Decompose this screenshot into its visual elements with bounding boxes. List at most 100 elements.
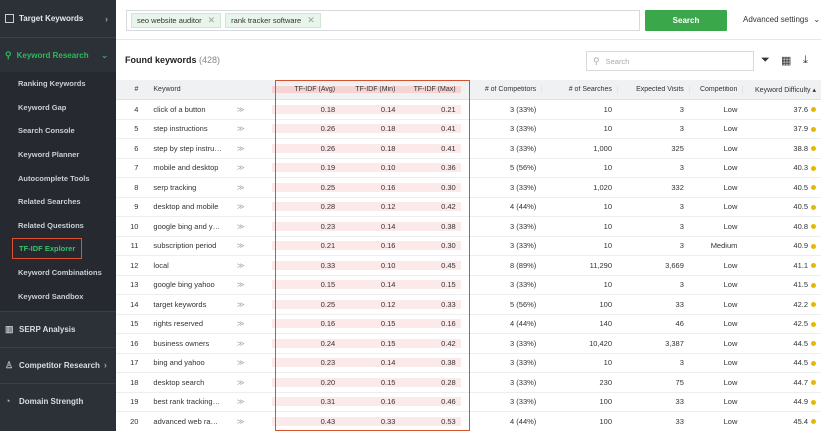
sidebar-item-keyword-combinations[interactable]: Keyword Combinations (0, 261, 116, 285)
sidebar-item-keyword-gap[interactable]: Keyword Gap (0, 96, 116, 120)
found-keywords-title: Found keywords (428) (125, 55, 220, 65)
sidebar-item-keyword-sandbox[interactable]: Keyword Sandbox (0, 284, 116, 308)
go-icon[interactable]: ≫ (227, 105, 254, 114)
row-competitors: 3 (33%) (510, 124, 537, 134)
table-row[interactable]: 6 step by step instruct... ≫ 0.26 0.18 0.41 3 … (116, 139, 821, 159)
sidebar-item-search-console[interactable]: Search Console (0, 119, 116, 143)
difficulty-value: 44.9 (793, 397, 809, 407)
row-tfidf-avg: 0.23 (272, 221, 341, 231)
go-icon[interactable]: ≫ (227, 202, 254, 211)
col-competition[interactable]: Competition (688, 86, 743, 93)
chevron-right-icon: › (103, 360, 107, 371)
row-num: 15 (130, 319, 139, 329)
row-difficulty: 40.8 (742, 222, 821, 231)
col-tfidf-avg[interactable]: TF-IDF (Avg) (272, 86, 341, 93)
table-row[interactable]: 13 google bing yahoo ≫ 0.15 0.14 0.15 3 (33%) 1… (116, 276, 821, 295)
sidebar-serp-analysis[interactable]: ▥ SERP Analysis (0, 310, 116, 347)
row-competitors: 3 (33%) (510, 280, 537, 290)
difficulty-dot-icon (811, 185, 817, 191)
table-row[interactable]: 11 subscription period ≫ 0.21 0.16 0.30 3 (33%… (116, 237, 821, 256)
row-visits: 3 (679, 358, 684, 368)
table-row[interactable]: 16 business owners ≫ 0.24 0.15 0.42 3 (33%) 10,… (116, 334, 821, 354)
search-button[interactable]: Search (645, 10, 727, 31)
row-competition: Low (723, 202, 738, 212)
col-tfidf-max[interactable]: TF-IDF (Max) (400, 86, 461, 93)
table-row[interactable]: 7 mobile and desktop ≫ 0.19 0.10 0.36 5 (56%) 1… (116, 159, 821, 178)
close-icon[interactable]: ✕ (307, 15, 315, 26)
go-icon[interactable]: ≫ (227, 319, 254, 328)
table-row[interactable]: 15 rights reserved ≫ 0.16 0.15 0.16 4 (44%) 140… (116, 315, 821, 334)
table-row[interactable]: 18 desktop search ≫ 0.20 0.15 0.28 3 (33%) 230 7… (116, 373, 821, 393)
go-icon[interactable]: ≫ (227, 300, 254, 309)
col-visits[interactable]: Expected Visits (616, 86, 689, 93)
row-searches: 10 (603, 241, 613, 251)
sidebar-item-related-questions[interactable]: Related Questions (0, 214, 116, 238)
sidebar-item-tfidf-explorer[interactable]: TF-IDF Explorer (0, 237, 116, 261)
table-row[interactable]: 14 target keywords ≫ 0.25 0.12 0.33 5 (56%) 100… (116, 295, 821, 315)
sidebar-item-related-searches[interactable]: Related Searches (0, 190, 116, 214)
col-competitors[interactable]: # of Competitors (461, 86, 542, 93)
go-icon[interactable]: ≫ (227, 261, 254, 270)
row-visits: 46 (675, 319, 684, 329)
row-tfidf-min: 0.18 (340, 143, 401, 153)
row-num: 7 (134, 163, 139, 173)
row-tfidf-max: 0.33 (400, 299, 461, 309)
close-icon[interactable]: ✕ (208, 15, 216, 26)
row-searches: 100 (599, 416, 613, 426)
table-row[interactable]: 10 google bing and yah... ≫ 0.23 0.14 0.38 3 (… (116, 217, 821, 237)
sidebar-item-ranking-keywords[interactable]: Ranking Keywords (0, 72, 116, 96)
difficulty-value: 44.5 (793, 358, 809, 368)
sidebar-item-autocomplete-tools[interactable]: Autocomplete Tools (0, 166, 116, 190)
col-searches[interactable]: # of Searches (541, 86, 617, 93)
go-icon[interactable]: ≫ (227, 241, 254, 250)
table-row[interactable]: 12 local ≫ 0.33 0.10 0.45 8 (89%) 11,290 3,669 Lo… (116, 256, 821, 276)
sidebar-item-label: Keyword Gap (18, 102, 67, 112)
sidebar-target-keywords[interactable]: Target Keywords › (0, 0, 116, 38)
go-icon[interactable]: ≫ (227, 378, 254, 387)
go-icon[interactable]: ≫ (227, 280, 254, 289)
row-visits: 3 (679, 221, 684, 231)
table-row[interactable]: 20 advanced web ranki... ≫ 0.43 0.33 0.53 4 (4… (116, 412, 821, 431)
table-body: 4 click of a button ≫ 0.18 0.14 0.21 3 (33%) 10… (116, 100, 821, 431)
sidebar-item-label: Keyword Combinations (18, 268, 102, 278)
table-row[interactable]: 4 click of a button ≫ 0.18 0.14 0.21 3 (33%) 10… (116, 100, 821, 120)
row-tfidf-max: 0.38 (400, 358, 461, 368)
keyword-tag: seo website auditor ✕ (131, 13, 222, 28)
go-icon[interactable]: ≫ (227, 222, 254, 231)
col-tfidf-min[interactable]: TF-IDF (Min) (340, 86, 401, 93)
difficulty-dot-icon (811, 399, 817, 405)
table-row[interactable]: 19 best rank tracking s... ≫ 0.31 0.16 0.46 3 … (116, 393, 821, 412)
go-icon[interactable]: ≫ (227, 124, 254, 133)
col-keyword[interactable]: Keyword (143, 86, 227, 93)
table-row[interactable]: 17 bing and yahoo ≫ 0.23 0.14 0.38 3 (33%) 10 3 L… (116, 354, 821, 373)
go-icon[interactable]: ≫ (227, 339, 254, 348)
row-num: 9 (134, 202, 139, 212)
advanced-settings-link[interactable]: Advanced settings ⌄ (743, 15, 820, 24)
col-num[interactable]: # (116, 86, 143, 93)
col-difficulty[interactable]: Keyword Difficulty ▴ (742, 85, 821, 94)
go-icon[interactable]: ≫ (227, 417, 254, 426)
table-row[interactable]: 5 step instructions ≫ 0.26 0.18 0.41 3 (33%) 10… (116, 120, 821, 139)
sidebar-competitor-research[interactable]: ♙ Competitor Research › (0, 346, 116, 383)
table-row[interactable]: 9 desktop and mobile ≫ 0.28 0.12 0.42 4 (44%) 1… (116, 198, 821, 217)
sidebar-domain-strength[interactable]: ◔ Domain Strength (0, 382, 116, 419)
go-icon[interactable]: ≫ (227, 397, 254, 406)
row-tfidf-min: 0.15 (340, 338, 401, 348)
table-search-input[interactable]: ⚲ Search (586, 51, 754, 71)
difficulty-value: 40.9 (793, 241, 809, 251)
difficulty-dot-icon (811, 204, 817, 210)
table-row[interactable]: 8 serp tracking ≫ 0.25 0.16 0.30 3 (33%) 1,020 3… (116, 178, 821, 198)
download-icon[interactable]: ⤓ (803, 54, 808, 67)
row-competition: Low (723, 104, 738, 114)
grid-view-icon[interactable]: ▦ (781, 54, 791, 67)
go-icon[interactable]: ≫ (227, 144, 254, 153)
sidebar-keyword-research[interactable]: ⚲ Keyword Research ⌄ (0, 38, 116, 72)
difficulty-dot-icon (811, 341, 817, 347)
sidebar-item-label: Keyword Planner (18, 150, 80, 160)
sidebar-item-keyword-planner[interactable]: Keyword Planner (0, 143, 116, 167)
keyword-input[interactable]: seo website auditor ✕ rank tracker softw… (126, 10, 640, 31)
go-icon[interactable]: ≫ (227, 358, 254, 367)
filter-icon[interactable]: ⏷ (761, 54, 770, 67)
go-icon[interactable]: ≫ (227, 183, 254, 192)
go-icon[interactable]: ≫ (227, 163, 254, 172)
